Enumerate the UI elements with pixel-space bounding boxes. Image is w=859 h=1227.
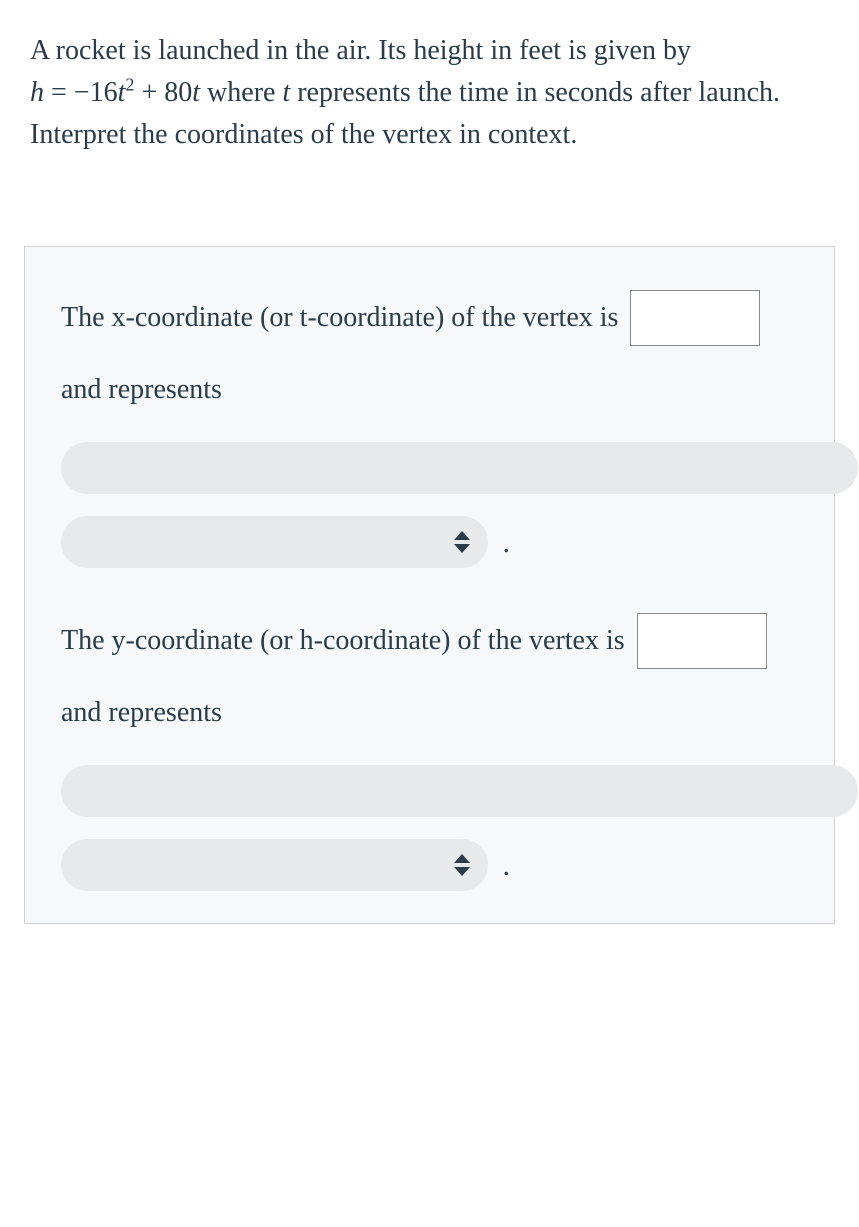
y-desc-dropdown-2[interactable]: [61, 839, 488, 891]
y-value-input[interactable]: [637, 613, 767, 669]
x-value-input[interactable]: [630, 290, 760, 346]
x-desc-dropdown-1[interactable]: [61, 442, 858, 494]
x-desc-dropdown-2[interactable]: [61, 516, 488, 568]
x-label-post: and represents: [61, 359, 222, 421]
chevron-updown-icon: [454, 854, 470, 876]
equation: h = −16t2 + 80t: [30, 77, 200, 108]
y-dropdown-row-1: [61, 765, 798, 817]
eq-part: = −16: [44, 77, 118, 108]
y-coordinate-line: The y-coordinate (or h-coordinate) of th…: [61, 610, 798, 743]
y-dropdown-row-2: .: [61, 839, 798, 891]
question-post1: where: [200, 77, 282, 108]
period-1: .: [502, 520, 510, 565]
period-2: .: [502, 843, 510, 888]
y-label-pre: The y-coordinate (or h-coordinate) of th…: [61, 610, 625, 672]
y-desc-dropdown-1[interactable]: [61, 765, 858, 817]
x-label-pre: The x-coordinate (or t-coordinate) of th…: [61, 287, 618, 349]
x-dropdown-row-1: [61, 442, 798, 494]
eq-plus: + 80: [134, 77, 192, 108]
question-pre: A rocket is launched in the air. Its hei…: [30, 35, 691, 66]
chevron-updown-icon: [454, 531, 470, 553]
x-coordinate-line: The x-coordinate (or t-coordinate) of th…: [61, 287, 798, 420]
var-h: h: [30, 77, 44, 108]
x-dropdown-row-2: .: [61, 516, 798, 568]
question-text: A rocket is launched in the air. Its hei…: [30, 30, 829, 156]
y-label-post: and represents: [61, 682, 222, 744]
answer-card: The x-coordinate (or t-coordinate) of th…: [24, 246, 835, 924]
var-t2: t: [192, 77, 200, 108]
